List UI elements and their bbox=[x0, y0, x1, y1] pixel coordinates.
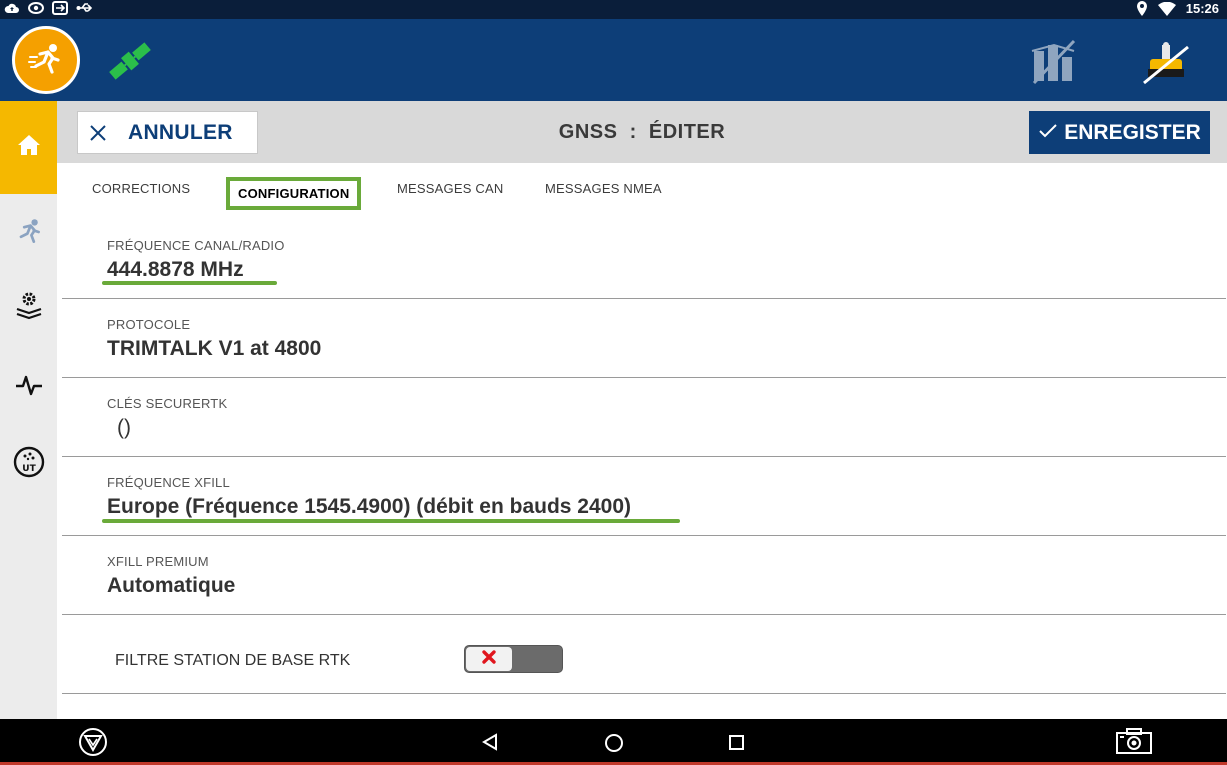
field-label: FRÉQUENCE CANAL/RADIO bbox=[107, 238, 285, 253]
trimble-icon[interactable] bbox=[78, 727, 108, 762]
app-header bbox=[0, 19, 1227, 101]
tab-messages-nmea[interactable]: MESSAGES NMEA bbox=[545, 181, 662, 196]
field-value: () bbox=[117, 416, 131, 439]
svg-text:UT: UT bbox=[22, 464, 36, 474]
recents-icon[interactable] bbox=[728, 734, 746, 757]
running-man-icon[interactable] bbox=[12, 26, 80, 94]
back-icon[interactable] bbox=[481, 733, 499, 756]
status-time: 15:26 bbox=[1185, 1, 1219, 16]
receiver-disabled-icon[interactable] bbox=[1140, 39, 1192, 85]
tab-configuration[interactable]: CONFIGURATION bbox=[226, 177, 362, 210]
highlight-underline bbox=[102, 281, 277, 285]
field-label: FRÉQUENCE XFILL bbox=[107, 475, 230, 490]
tab-messages-can[interactable]: MESSAGES CAN bbox=[397, 181, 503, 196]
rtk-filter-label: FILTRE STATION DE BASE RTK bbox=[115, 652, 351, 669]
field-value: Europe (Fréquence 1545.4900) (débit en b… bbox=[107, 495, 632, 518]
check-icon bbox=[1038, 121, 1058, 145]
field-settings-icon bbox=[14, 291, 44, 326]
ut-icon: UT bbox=[13, 446, 45, 483]
android-nav-bar bbox=[0, 719, 1227, 765]
wifi-icon bbox=[1157, 1, 1176, 16]
toolbar: ANNULER GNSS : ÉDITER ENREGISTER bbox=[57, 101, 1227, 163]
field-label: CLÉS SECURERTK bbox=[107, 396, 228, 411]
field-value: 444.8878 MHz bbox=[107, 258, 244, 281]
save-button[interactable]: ENREGISTER bbox=[1029, 111, 1210, 154]
sidebar-item-run[interactable] bbox=[0, 204, 57, 264]
rtk-filter-toggle[interactable] bbox=[464, 645, 563, 673]
cloud-upload-icon bbox=[4, 1, 20, 15]
usb-icon bbox=[76, 1, 94, 15]
implement-disabled-icon[interactable] bbox=[1028, 37, 1078, 87]
sidebar: UT bbox=[0, 101, 57, 719]
sidebar-item-home[interactable] bbox=[0, 101, 57, 194]
home-icon bbox=[16, 133, 42, 162]
sidebar-item-ut[interactable]: UT bbox=[0, 434, 57, 494]
field-xfill-frequency[interactable]: FRÉQUENCE XFILL Europe (Fréquence 1545.4… bbox=[62, 457, 1226, 536]
remote-icon bbox=[52, 1, 68, 15]
run-icon bbox=[13, 216, 45, 253]
field-protocol[interactable]: PROTOCOLE TRIMTALK V1 at 4800 bbox=[62, 299, 1226, 378]
field-channel-frequency[interactable]: FRÉQUENCE CANAL/RADIO 444.8878 MHz bbox=[62, 213, 1226, 299]
save-label: ENREGISTER bbox=[1064, 120, 1201, 144]
screenshot-icon[interactable] bbox=[1115, 727, 1153, 760]
field-value: Automatique bbox=[107, 574, 236, 597]
close-icon bbox=[481, 649, 497, 670]
field-label: PROTOCOLE bbox=[107, 317, 191, 332]
diagnostics-icon bbox=[14, 372, 44, 403]
sidebar-item-diagnostics[interactable] bbox=[0, 357, 57, 417]
field-label: XFILL PREMIUM bbox=[107, 554, 209, 569]
satellite-icon[interactable] bbox=[104, 37, 156, 85]
home-circle-icon[interactable] bbox=[604, 733, 624, 758]
field-xfill-premium[interactable]: XFILL PREMIUM Automatique bbox=[62, 536, 1226, 615]
tab-bar: CORRECTIONS CONFIGURATION MESSAGES CAN M… bbox=[57, 163, 1227, 213]
tab-corrections[interactable]: CORRECTIONS bbox=[92, 181, 190, 196]
highlight-underline bbox=[102, 519, 680, 523]
sidebar-item-field-settings[interactable] bbox=[0, 278, 57, 338]
toggle-knob bbox=[466, 647, 512, 671]
status-bar: 15:26 bbox=[0, 0, 1227, 19]
location-icon bbox=[1136, 1, 1148, 16]
field-securertk-keys[interactable]: CLÉS SECURERTK () bbox=[62, 378, 1226, 457]
eye-icon bbox=[28, 1, 44, 15]
content-area: ANNULER GNSS : ÉDITER ENREGISTER CORRECT… bbox=[57, 101, 1227, 719]
field-value: TRIMTALK V1 at 4800 bbox=[107, 337, 322, 360]
